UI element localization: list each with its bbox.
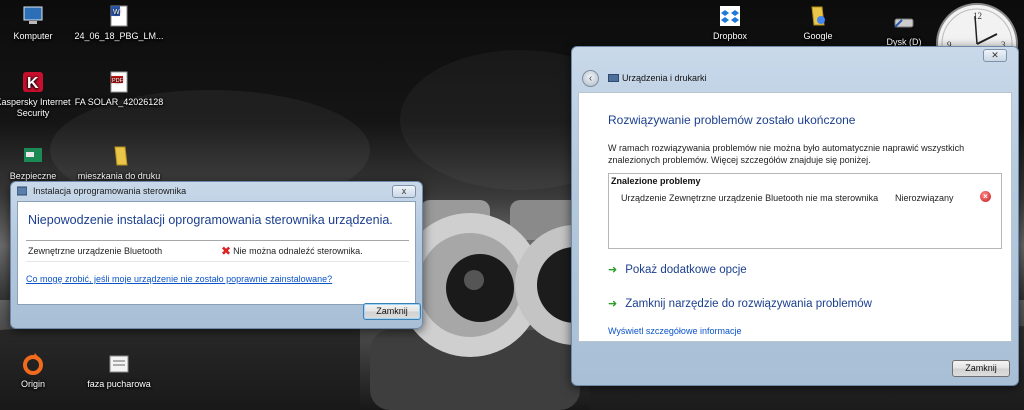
close-button[interactable]: Zamknij bbox=[952, 360, 1010, 377]
window-title: Instalacja oprogramowania sterownika bbox=[33, 186, 187, 196]
desktop-icon-label: FA SOLAR_42026128 bbox=[74, 97, 164, 107]
problem-status: Nierozwiązany bbox=[895, 193, 954, 203]
back-arrow-icon[interactable]: ‹ bbox=[582, 70, 599, 87]
error-icon: × bbox=[980, 191, 991, 202]
svg-text:PDF: PDF bbox=[112, 78, 124, 84]
kaspersky-icon: K bbox=[23, 72, 43, 92]
shortcut-icon bbox=[24, 148, 42, 162]
driver-error-text: Nie można odnaleźć sterownika. bbox=[233, 246, 363, 256]
desktop-icon-label: Google bbox=[803, 31, 833, 41]
word-document-icon: W bbox=[110, 5, 128, 27]
green-arrow-icon: ➜ bbox=[608, 264, 618, 276]
driver-window-icon bbox=[17, 186, 27, 196]
found-problems-panel: Znalezione problemy Urządzenie Zewnętrzn… bbox=[608, 173, 1002, 249]
navigation-bar: ‹ Urządzenia i drukarki bbox=[578, 67, 1012, 89]
pdf-icon: PDF bbox=[110, 71, 128, 93]
show-more-options-link[interactable]: ➜ Pokaż dodatkowe opcje bbox=[608, 263, 747, 276]
troubleshooter-content: Rozwiązywanie problemów zostało ukończon… bbox=[578, 92, 1012, 342]
breadcrumb-label: Urządzenia i drukarki bbox=[622, 73, 707, 83]
option-label: Zamknij narzędzie do rozwiązywania probl… bbox=[625, 298, 872, 310]
error-icon: ✖ bbox=[221, 244, 232, 258]
breadcrumb[interactable]: Urządzenia i drukarki bbox=[608, 73, 707, 83]
troubleshooter-window[interactable]: ✕ ‹ Urządzenia i drukarki Rozwiązywanie … bbox=[571, 46, 1019, 386]
devices-printers-icon bbox=[608, 74, 619, 82]
svg-text:K: K bbox=[27, 75, 39, 92]
troubleshooter-description: W ramach rozwiązywania problemów nie moż… bbox=[608, 143, 965, 165]
view-details-link[interactable]: Wyświetl szczegółowe informacje bbox=[608, 326, 741, 336]
desktop-icon-origin[interactable]: Origin bbox=[0, 352, 78, 390]
document-icon bbox=[109, 355, 129, 373]
close-troubleshooter-link[interactable]: ➜ Zamknij narzędzie do rozwiązywania prob… bbox=[608, 297, 872, 310]
desktop-icon-dropbox[interactable]: Dropbox bbox=[685, 4, 775, 42]
desktop-icon-document[interactable]: faza pucharowa bbox=[74, 352, 164, 390]
desktop-icon-pdf[interactable]: PDF FA SOLAR_42026128 bbox=[74, 70, 164, 108]
driver-install-window[interactable]: Instalacja oprogramowania sterownika x N… bbox=[10, 181, 423, 329]
problem-description: Urządzenie Zewnętrzne urządzenie Bluetoo… bbox=[621, 193, 879, 203]
dropbox-icon bbox=[720, 6, 740, 26]
svg-text:12: 12 bbox=[973, 11, 982, 21]
desktop-icon-google[interactable]: Google bbox=[773, 4, 863, 42]
close-button[interactable]: Zamknij bbox=[363, 303, 421, 320]
device-name: Zewnętrzne urządzenie Bluetooth bbox=[28, 246, 163, 256]
desktop-icon-label: Origin bbox=[20, 379, 45, 389]
desktop-icon-label: Komputer bbox=[13, 31, 53, 41]
desktop-icon-computer[interactable]: Komputer bbox=[0, 4, 78, 42]
option-label: Pokaż dodatkowe opcje bbox=[625, 264, 747, 276]
green-arrow-icon: ➜ bbox=[608, 298, 618, 310]
desktop-icon-label: Kaspersky Internet Security bbox=[0, 97, 71, 118]
help-link[interactable]: Co mogę zrobić, jeśli moje urządzenie ni… bbox=[26, 274, 332, 284]
desktop-icon-folder[interactable]: mieszkania do druku bbox=[74, 144, 164, 182]
computer-icon bbox=[23, 6, 43, 24]
driver-window-content: Niepowodzenie instalacji oprogramowania … bbox=[17, 201, 416, 305]
google-shortcut-icon bbox=[811, 6, 825, 26]
desktop-icon-label: 24_06_18_PBG_LM... bbox=[74, 31, 164, 41]
found-problems-title: Znalezione problemy bbox=[611, 176, 701, 186]
svg-text:W: W bbox=[113, 9, 120, 16]
desktop-icon-shortcut[interactable]: Bezpieczne bbox=[0, 144, 78, 182]
origin-icon bbox=[23, 353, 43, 375]
close-icon[interactable]: ✕ bbox=[983, 49, 1007, 62]
folder-icon bbox=[114, 146, 128, 166]
driver-error-heading: Niepowodzenie instalacji oprogramowania … bbox=[28, 213, 393, 227]
close-icon[interactable]: x bbox=[392, 185, 416, 198]
desktop-icon-kaspersky[interactable]: K Kaspersky Internet Security bbox=[0, 70, 78, 119]
desktop-icon-word-document[interactable]: W 24_06_18_PBG_LM... bbox=[74, 4, 164, 42]
troubleshooter-heading: Rozwiązywanie problemów zostało ukończon… bbox=[608, 113, 856, 127]
drive-icon bbox=[894, 18, 914, 28]
driver-error-status: ✖ Nie można odnaleźć sterownika. bbox=[221, 244, 363, 258]
desktop-icon-label: Dropbox bbox=[712, 31, 748, 41]
desktop-icon-label: faza pucharowa bbox=[87, 379, 151, 389]
device-row: Zewnętrzne urządzenie Bluetooth ✖ Nie moż… bbox=[26, 240, 409, 262]
